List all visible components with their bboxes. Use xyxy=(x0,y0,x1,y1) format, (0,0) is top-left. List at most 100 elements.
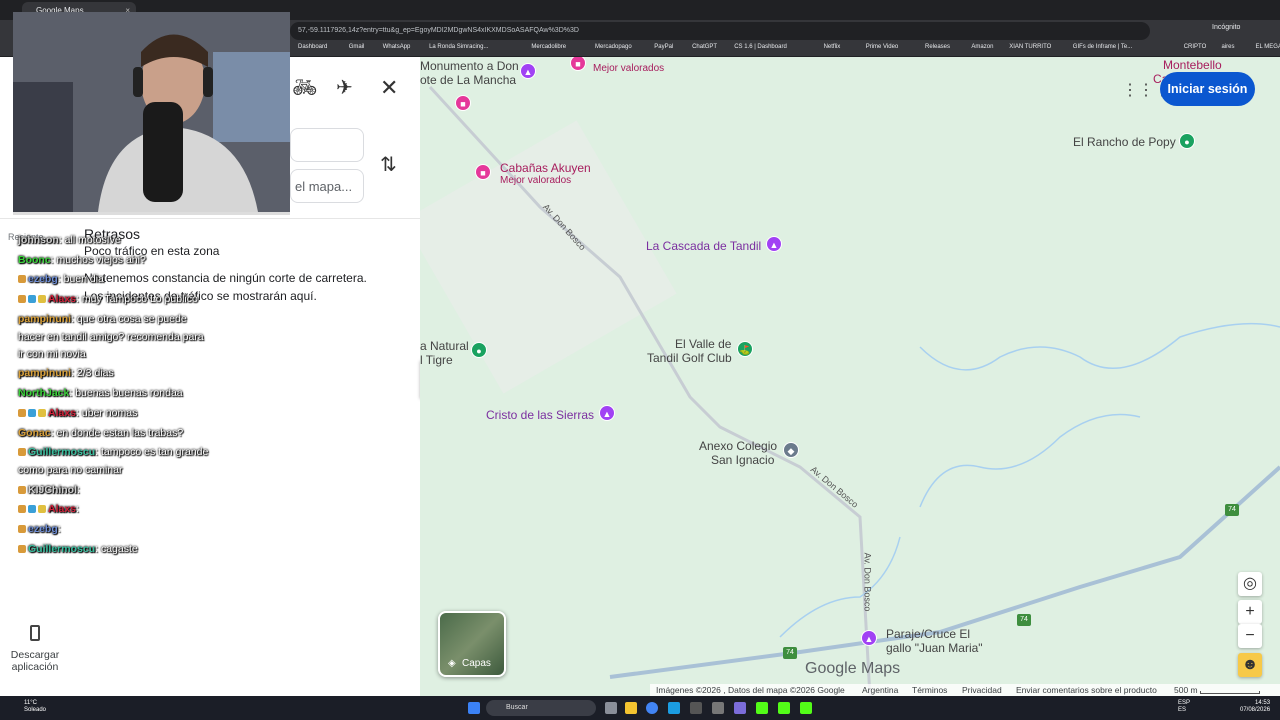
landmark-pin-icon[interactable]: ▲ xyxy=(861,630,877,646)
place-cristo[interactable]: Cristo de las Sierras xyxy=(486,408,594,422)
chat-username[interactable]: pampinuni xyxy=(18,367,71,379)
route-shield: 74 xyxy=(1225,504,1239,516)
school-pin-icon[interactable]: ◆ xyxy=(783,442,799,458)
imagery-credit: Imágenes ©2026 , Datos del mapa ©2026 Go… xyxy=(656,685,845,695)
app-icon[interactable] xyxy=(712,702,724,714)
place-anexo-2[interactable]: San Ignacio xyxy=(711,453,774,467)
signin-button[interactable]: Iniciar sesión xyxy=(1160,72,1255,106)
chat-username[interactable]: Alaxs xyxy=(48,503,76,515)
bookmark-item[interactable]: Releases xyxy=(925,44,950,50)
chat-username[interactable]: Gonac xyxy=(18,427,51,439)
swap-route-icon[interactable]: ⇅ xyxy=(380,152,397,177)
chat-username[interactable]: Alaxs xyxy=(48,407,76,419)
park-pin-icon[interactable]: ● xyxy=(1179,133,1195,149)
chat-username[interactable]: KIJChinol xyxy=(28,484,77,496)
zoom-out-button[interactable]: − xyxy=(1238,624,1262,648)
incognito-label: Incógnito xyxy=(1212,24,1241,31)
task-view-icon[interactable] xyxy=(605,702,617,714)
scale-label[interactable]: 500 m xyxy=(1174,685,1198,695)
bookmark-item[interactable]: La Ronda Simracing... xyxy=(429,44,488,50)
bookmark-item[interactable]: Prime Video xyxy=(866,44,899,50)
chat-text: : buenas buenas rondaa xyxy=(69,387,183,399)
bookmark-item[interactable]: GIFs de Inframe | Te... xyxy=(1073,44,1132,50)
landmark-pin-icon[interactable]: ▲ xyxy=(766,236,782,252)
bookmark-item[interactable]: WhatsApp xyxy=(383,44,411,50)
traffic-closures-text: No tenemos constancia de ningún corte de… xyxy=(84,271,367,285)
chat-username[interactable]: ezebg xyxy=(28,273,58,285)
bookmark-item[interactable]: XIAN TURRITO xyxy=(1009,44,1051,50)
map-canvas[interactable]: Monumento a Don ote de La Mancha ▲ ■ Mej… xyxy=(420,57,1280,696)
bookmark-item[interactable]: Mercadopago xyxy=(595,44,632,50)
destination-field[interactable]: el mapa... xyxy=(290,169,364,203)
place-valle[interactable]: El Valle de xyxy=(675,337,731,351)
pegman-icon[interactable]: ☻ xyxy=(1238,653,1262,677)
download-app-button[interactable]: Descargar aplicación xyxy=(5,625,65,673)
chat-username[interactable]: pampinuni xyxy=(18,313,71,325)
kick-icon[interactable] xyxy=(800,702,812,714)
close-directions-icon[interactable]: ✕ xyxy=(380,77,398,99)
place-monumento[interactable]: Monumento a Don xyxy=(420,59,519,73)
bookmark-item[interactable]: Mercadolibre xyxy=(531,44,566,50)
bookmark-item[interactable]: aires xyxy=(1222,44,1235,50)
place-natural[interactable]: a Natural xyxy=(420,339,469,353)
place-natural-2[interactable]: l Tigre xyxy=(420,353,453,367)
chat-username[interactable]: Guillermoscu xyxy=(28,543,95,555)
chat-username[interactable]: Guillermoscu xyxy=(28,446,95,458)
taskbar-search[interactable]: Buscar xyxy=(486,700,596,716)
place-cascada[interactable]: La Cascada de Tandil xyxy=(646,239,761,253)
zoom-in-button[interactable]: + xyxy=(1238,600,1262,624)
place-monumento-2[interactable]: ote de La Mancha xyxy=(420,73,516,87)
bicycle-mode-icon[interactable]: 🚲︎ xyxy=(292,78,317,98)
park-pin-icon[interactable]: ● xyxy=(471,342,487,358)
chat-username[interactable]: Boonc xyxy=(18,254,51,266)
my-location-icon[interactable]: ◎ xyxy=(1238,572,1262,596)
bookmark-item[interactable]: PayPal xyxy=(654,44,673,50)
origin-field[interactable] xyxy=(290,128,364,162)
bookmark-item[interactable]: Dashboard xyxy=(298,44,327,50)
privacy-link[interactable]: Privacidad xyxy=(962,685,1002,695)
lodging-pin-icon[interactable]: ■ xyxy=(475,164,491,180)
bookmark-item[interactable]: Netflix xyxy=(824,44,841,50)
bookmark-item[interactable]: Amazon xyxy=(971,44,993,50)
steam-icon[interactable] xyxy=(668,702,680,714)
chat-username[interactable]: johnson xyxy=(18,234,59,246)
layers-button[interactable]: ◈ Capas xyxy=(438,611,506,677)
place-paraje[interactable]: Paraje/Cruce El xyxy=(886,627,970,641)
language-indicator[interactable]: ESP ES xyxy=(1178,700,1190,714)
kick-icon[interactable] xyxy=(756,702,768,714)
bookmark-item[interactable]: ChatGPT xyxy=(692,44,717,50)
feedback-link[interactable]: Enviar comentarios sobre el producto xyxy=(1016,685,1157,695)
place-cabanas-akuyen[interactable]: Cabañas Akuyen xyxy=(500,161,591,175)
bookmark-item[interactable]: CS 1.6 | Dashboard xyxy=(734,44,787,50)
bookmark-item[interactable]: EL MEGA PACK PAP... xyxy=(1256,44,1280,50)
cabanas-subtitle: Mejor valorados xyxy=(500,175,572,186)
country-link[interactable]: Argentina xyxy=(862,685,898,695)
bookmark-item[interactable]: Gmail xyxy=(349,44,365,50)
chat-message: Guillermoscu: tampoco es tan grande xyxy=(18,446,208,458)
lodging-pin-icon[interactable]: ■ xyxy=(455,95,471,111)
address-bar[interactable]: 57,-59.1117926,14z?entry=ttu&g_ep=EgoyMD… xyxy=(290,22,1150,40)
windows-start-icon[interactable] xyxy=(468,702,480,714)
landmark-pin-icon[interactable]: ▲ xyxy=(520,63,536,79)
chat-username[interactable]: Alaxs xyxy=(48,293,76,305)
place-rancho[interactable]: El Rancho de Popy xyxy=(1073,135,1176,149)
golf-pin-icon[interactable]: ⛳ xyxy=(737,341,753,357)
app-icon[interactable] xyxy=(690,702,702,714)
chat-badge-icon xyxy=(18,525,26,533)
flight-mode-icon[interactable]: ✈︎ xyxy=(336,78,353,98)
bookmark-item[interactable]: CRIPTO xyxy=(1184,44,1207,50)
weather-widget[interactable]: 11°C Soleado xyxy=(24,700,46,714)
discord-icon[interactable] xyxy=(734,702,746,714)
chrome-icon[interactable] xyxy=(646,702,658,714)
chat-username[interactable]: ezebg xyxy=(28,523,58,535)
file-explorer-icon[interactable] xyxy=(625,702,637,714)
place-montebello[interactable]: Montebello xyxy=(1163,58,1222,72)
place-anexo[interactable]: Anexo Colegio xyxy=(699,439,777,453)
landmark-pin-icon[interactable]: ▲ xyxy=(599,405,615,421)
terms-link[interactable]: Términos xyxy=(912,685,947,695)
kick-icon[interactable] xyxy=(778,702,790,714)
chat-username[interactable]: NorthJack xyxy=(18,387,69,399)
place-paraje-2[interactable]: gallo "Juan Maria" xyxy=(886,641,983,655)
place-valle-2[interactable]: Tandil Golf Club xyxy=(647,351,732,365)
taskbar-clock[interactable]: 14:53 07/08/2026 xyxy=(1240,700,1270,714)
